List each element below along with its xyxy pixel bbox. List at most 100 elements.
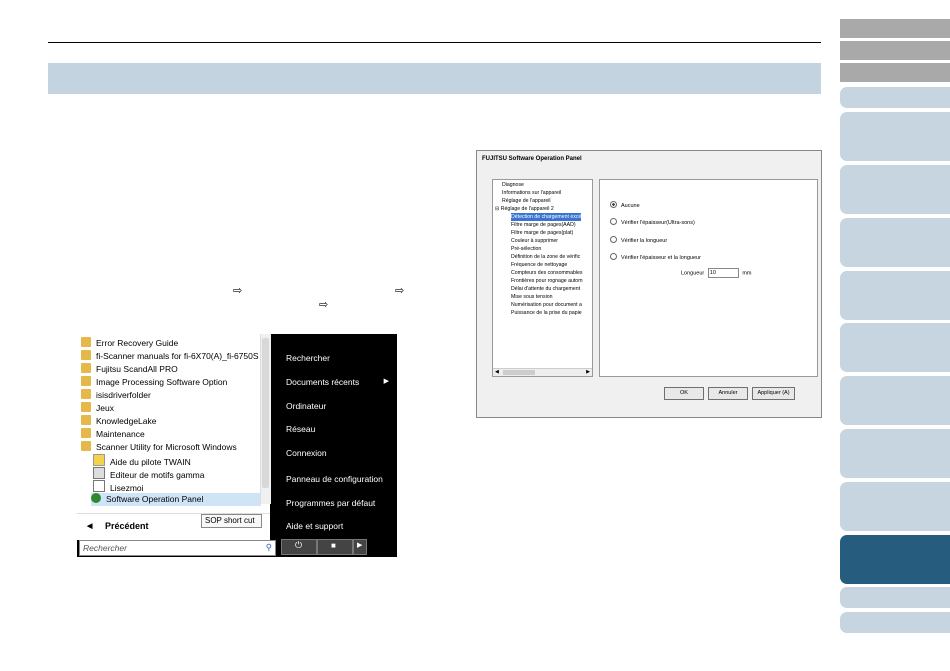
program-item-maintenance[interactable]: Maintenance [81,428,145,441]
program-item-gamma-editor[interactable]: Editeur de motifs gamma [93,467,204,480]
tree-item[interactable]: Diagnose [502,181,524,189]
tree-item[interactable]: Fréquence de nettoyage [511,261,567,269]
start-item-ordinateur[interactable]: Ordinateur [286,401,326,411]
apply-button[interactable]: Appliquer (A) [752,387,795,400]
side-tab[interactable] [840,429,950,478]
tree-item[interactable]: Compteurs des consommables [511,269,583,277]
side-tab[interactable] [840,218,950,267]
tree-item[interactable]: Délai d'attente du chargement [511,285,580,293]
radio-icon [610,236,617,243]
tree-item[interactable]: Filtre marge de pages(plat) [511,229,573,237]
sop-app-icon [91,493,101,503]
chevron-left-icon[interactable]: ◀ [495,369,499,375]
program-item-software-operation-panel[interactable]: Software Operation Panel [91,493,261,506]
program-item-jeux[interactable]: Jeux [81,402,114,415]
side-tab[interactable] [840,587,950,608]
lock-button[interactable]: ■ [317,539,353,555]
section-title-bar [48,63,821,94]
program-item-image-processing[interactable]: Image Processing Software Option [81,376,227,389]
power-options-button[interactable]: ▶ [353,539,367,555]
ok-button[interactable]: OK [664,387,704,400]
settings-tree: Diagnose Informations sur l'appareil Rég… [492,179,593,377]
start-menu: Error Recovery Guide fi-Scanner manuals … [77,334,397,557]
tree-node[interactable]: ⊟ Réglage de l'appareil 2 [495,205,554,213]
tree-item-selected[interactable]: Détection de chargement excé [511,213,582,221]
radio-verifier-epaisseur[interactable]: Vérifier l'épaisseur(Ultra-sons) [610,218,695,226]
scrollbar-thumb[interactable] [262,338,269,488]
side-tab[interactable] [840,323,950,372]
tree-item[interactable]: Frontières pour rognage autom [511,277,583,285]
tree-horizontal-scrollbar[interactable]: ◀ ▶ [493,368,592,376]
tree-item[interactable]: Pré-sélection [511,245,541,253]
side-tab[interactable] [840,612,950,633]
gamma-editor-icon [93,467,105,479]
program-item-knowledgelake[interactable]: KnowledgeLake [81,415,157,428]
length-stepper[interactable]: 10 [707,268,739,278]
chevron-right-icon: ▶ [383,378,389,385]
help-icon [93,454,105,466]
radio-aucune[interactable]: Aucune [610,201,640,209]
shutdown-button[interactable]: ⏻ [281,539,317,555]
tree-item[interactable]: Couleur à supprimer [511,237,558,245]
radio-selected-icon [610,201,617,208]
tooltip: SOP short cut [201,514,262,528]
program-item-fi-scanner-manuals[interactable]: fi-Scanner manuals for fi-6X70(A)_fi-675… [81,350,259,363]
scrollbar-thumb[interactable] [503,370,535,375]
side-tab[interactable] [840,19,950,38]
program-item-error-recovery-guide[interactable]: Error Recovery Guide [81,337,178,350]
folder-icon [81,337,91,347]
start-item-rechercher[interactable]: Rechercher [286,353,330,363]
power-icon: ⏻ [295,540,303,550]
start-item-documents-recents[interactable]: Documents récents [286,377,386,387]
settings-panel: Aucune Vérifier l'épaisseur(Ultra-sons) … [599,179,818,377]
side-tab[interactable] [840,271,950,320]
folder-icon [81,415,91,425]
start-item-programmes-defaut[interactable]: Programmes par défaut [286,498,375,508]
side-tab-active[interactable] [840,535,950,584]
lock-icon: ■ [331,541,336,550]
folder-icon [81,376,91,386]
start-item-aide-support[interactable]: Aide et support [286,521,343,531]
chevron-left-icon: ◀ [87,523,93,530]
programs-scrollbar[interactable] [260,334,271,504]
start-right-pane: Rechercher Documents récents ▶ Ordinateu… [277,334,397,557]
sop-dialog: FUJITSU Software Operation Panel Diagnos… [476,150,822,418]
side-tab[interactable] [840,376,950,425]
chevron-right-icon[interactable]: ▶ [586,369,590,375]
start-item-reseau[interactable]: Réseau [286,424,315,434]
side-tab[interactable] [840,63,950,82]
search-icon: ⚲ [265,542,272,552]
tree-item[interactable]: Définition de la zone de vérific [511,253,580,261]
radio-verifier-epaisseur-longueur[interactable]: Vérifier l'épaisseur et la longueur [610,253,701,261]
side-tab[interactable] [840,112,950,161]
cancel-button[interactable]: Annuler [708,387,748,400]
program-item-scandall-pro[interactable]: Fujitsu ScandAll PRO [81,363,178,376]
arrow-icon: ⇨ [319,299,329,311]
tree-item[interactable]: Réglage de l'appareil [502,197,551,205]
radio-verifier-longueur[interactable]: Vérifier la longueur [610,236,667,244]
folder-icon [81,363,91,373]
program-item-scanner-utility[interactable]: Scanner Utility for Microsoft Windows [81,441,237,454]
tree-item[interactable]: Puissance de la prise du papie [511,309,582,317]
radio-icon [610,253,617,260]
program-item-aide-twain[interactable]: Aide du pilote TWAIN [93,454,191,467]
program-item-isisdriverfolder[interactable]: isisdriverfolder [81,389,151,402]
folder-icon [81,428,91,438]
document-icon [93,480,105,492]
start-item-connexion[interactable]: Connexion [286,448,327,458]
side-tab[interactable] [840,41,950,60]
tree-item[interactable]: Numérisation pour document a [511,301,582,309]
programs-pane: Error Recovery Guide fi-Scanner manuals … [77,334,271,540]
side-tab[interactable] [840,165,950,214]
tree-item[interactable]: Filtre marge de pages(AAD) [511,221,576,229]
tree-item[interactable]: Mise sous tension [511,293,553,301]
tree-item[interactable]: Informations sur l'appareil [502,189,561,197]
side-tab[interactable] [840,87,950,108]
side-tab[interactable] [840,482,950,531]
folder-icon [81,350,91,360]
program-item-lisezmoi[interactable]: Lisezmoi [93,480,144,493]
radio-icon [610,218,617,225]
arrow-icon: ⇨ [395,285,405,297]
search-input[interactable]: Rechercher ⚲ [79,540,276,556]
start-item-panneau-configuration[interactable]: Panneau de configuration [286,474,383,484]
